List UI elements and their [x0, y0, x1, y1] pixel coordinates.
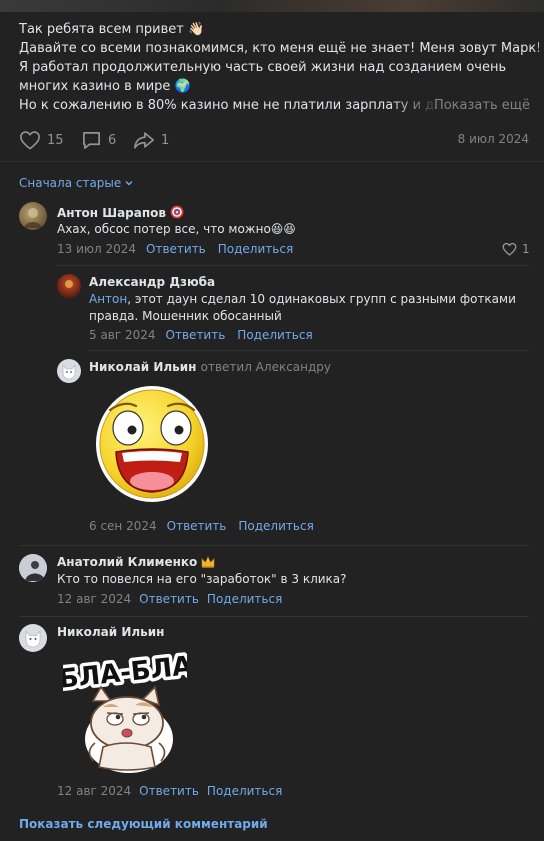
laughing-smiley-sticker — [96, 386, 208, 502]
comment-text: Кто то повелся на его "заработок" в 3 кл… — [57, 572, 347, 586]
reply-button[interactable]: Ответить — [139, 592, 199, 606]
comment-meta: 12 авг 2024 Ответить Поделиться — [57, 784, 282, 798]
like-count: 15 — [47, 132, 64, 148]
post-text: Так ребята всем привет 👋🏻 Давайте со все… — [19, 20, 539, 115]
comment-meta: 13 июл 2024 Ответить Поделиться — [57, 242, 293, 256]
crown-icon — [201, 556, 215, 568]
share-count: 1 — [161, 132, 170, 148]
mention-link[interactable]: Антон — [89, 292, 127, 306]
post-line-truncated: Но к сожалению в 80% казино мне не плати… — [19, 96, 539, 115]
post-line: Давайте со всеми познакомимся, кто меня … — [19, 41, 539, 56]
comment-author[interactable]: Николай Ильин — [57, 625, 164, 639]
share-link[interactable]: Поделиться — [207, 784, 282, 798]
like-button[interactable]: 15 — [19, 130, 64, 150]
comment-date[interactable]: 12 авг 2024 — [57, 784, 131, 798]
comment-date[interactable]: 13 июл 2024 — [57, 242, 136, 256]
reply-to-label[interactable]: ответил Александру — [201, 360, 331, 374]
comment-button[interactable]: 6 — [81, 130, 116, 150]
avatar[interactable] — [57, 274, 81, 298]
comment-like-button[interactable]: 1 — [502, 242, 530, 256]
share-link[interactable]: Поделиться — [207, 592, 282, 606]
show-next-comment-button[interactable]: Показать следующий комментарий — [19, 817, 268, 831]
reply-author[interactable]: Александр Дзюба — [89, 275, 215, 289]
divider — [19, 616, 529, 617]
reply-meta: 5 авг 2024 Ответить Поделиться — [89, 328, 313, 342]
cat-blah-blah-sticker: БЛА-БЛА БЛА-БЛА — [63, 648, 187, 773]
share-icon — [134, 132, 154, 149]
reply-button[interactable]: Ответить — [166, 328, 226, 342]
reply-text: Антон, этот даун сделал 10 одинаковых гр… — [89, 291, 529, 325]
reply-text-part: правда. Мошенник обосанный — [89, 309, 282, 323]
captain-shield-icon — [170, 205, 184, 219]
sticker-caption: БЛА-БЛА — [63, 651, 187, 695]
post-image-edge — [0, 0, 544, 12]
comment-count: 6 — [108, 132, 117, 148]
author-name: Анатолий Клименко — [57, 555, 198, 569]
divider — [57, 265, 529, 266]
comment-meta: 12 авг 2024 Ответить Поделиться — [57, 592, 282, 606]
comment-date[interactable]: 6 сен 2024 — [89, 519, 157, 533]
divider — [89, 350, 529, 351]
share-link[interactable]: Поделиться — [218, 242, 293, 256]
heart-icon — [502, 242, 517, 256]
post-line: Так ребята всем привет 👋🏻 — [19, 22, 205, 37]
heart-icon — [20, 131, 40, 150]
comment-author[interactable]: Антон Шарапов — [57, 205, 184, 220]
comment-like-count: 1 — [522, 242, 530, 256]
share-button[interactable]: 1 — [133, 130, 169, 150]
post-line: Я работал продолжительную часть своей жи… — [19, 60, 507, 75]
divider — [0, 161, 544, 162]
reply-author[interactable]: Николай Ильин ответил Александру — [89, 360, 331, 374]
post-date[interactable]: 8 июл 2024 — [458, 132, 529, 146]
avatar[interactable] — [19, 624, 47, 652]
show-more-link[interactable]: Показать ещё — [434, 96, 530, 115]
comment-date[interactable]: 12 авг 2024 — [57, 592, 131, 606]
reply-button[interactable]: Ответить — [139, 784, 199, 798]
chevron-down-icon — [125, 181, 133, 186]
divider — [19, 545, 529, 546]
comment-date[interactable]: 5 авг 2024 — [89, 328, 156, 342]
sort-label: Сначала старые — [19, 176, 122, 190]
avatar[interactable] — [57, 359, 81, 383]
sort-dropdown[interactable]: Сначала старые — [19, 176, 134, 190]
comment-text: Ахах, обсос потер все, что можно😆😆 — [57, 222, 296, 236]
reply-text-part: , этот даун сделал 10 одинаковых групп с… — [127, 292, 516, 306]
reply-button[interactable]: Ответить — [167, 519, 227, 533]
author-name: Антон Шарапов — [57, 206, 166, 220]
post-line: многих казино в мире 🌍 — [19, 79, 191, 94]
reply-button[interactable]: Ответить — [146, 242, 206, 256]
share-link[interactable]: Поделиться — [238, 519, 313, 533]
post-actions: 15 6 1 8 июл 2024 — [19, 130, 529, 150]
comment-icon — [83, 132, 100, 149]
avatar[interactable] — [19, 202, 47, 230]
reply-meta: 6 сен 2024 Ответить Поделиться — [89, 519, 314, 533]
author-name: Николай Ильин — [89, 360, 197, 374]
avatar[interactable] — [19, 554, 47, 582]
post-page: Так ребята всем привет 👋🏻 Давайте со все… — [0, 0, 544, 841]
share-link[interactable]: Поделиться — [237, 328, 312, 342]
comment-author[interactable]: Анатолий Клименко — [57, 555, 215, 569]
